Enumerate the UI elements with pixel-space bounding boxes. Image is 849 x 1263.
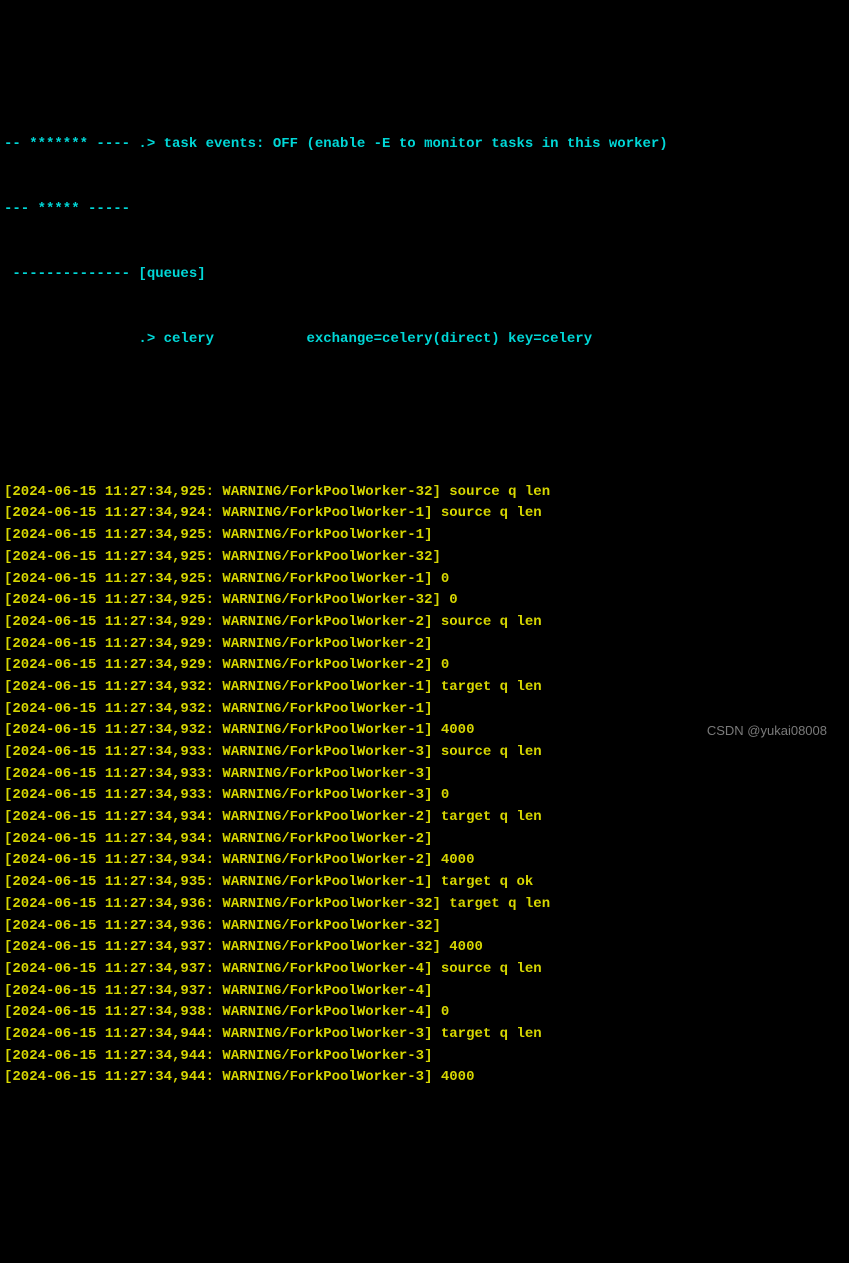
log-line: [2024-06-15 11:27:34,925: WARNING/ForkPo…	[4, 547, 845, 569]
celery-banner-line: -------------- [queues]	[4, 264, 845, 286]
log-line: [2024-06-15 11:27:34,924: WARNING/ForkPo…	[4, 503, 845, 525]
log-line: [2024-06-15 11:27:34,936: WARNING/ForkPo…	[4, 916, 845, 938]
log-line: [2024-06-15 11:27:34,944: WARNING/ForkPo…	[4, 1046, 845, 1068]
spacer	[4, 394, 845, 438]
log-line: [2024-06-15 11:27:34,934: WARNING/ForkPo…	[4, 850, 845, 872]
log-line: [2024-06-15 11:27:34,944: WARNING/ForkPo…	[4, 1067, 845, 1089]
log-line: [2024-06-15 11:27:34,925: WARNING/ForkPo…	[4, 590, 845, 612]
log-line: [2024-06-15 11:27:34,925: WARNING/ForkPo…	[4, 525, 845, 547]
celery-banner-line: -- ******* ---- .> task events: OFF (ena…	[4, 134, 845, 156]
log-line: [2024-06-15 11:27:34,929: WARNING/ForkPo…	[4, 655, 845, 677]
watermark: CSDN @yukai08008	[707, 721, 827, 741]
log-line: [2024-06-15 11:27:34,937: WARNING/ForkPo…	[4, 981, 845, 1003]
log-line: [2024-06-15 11:27:34,932: WARNING/ForkPo…	[4, 699, 845, 721]
log-line: [2024-06-15 11:27:34,934: WARNING/ForkPo…	[4, 807, 845, 829]
log-line: [2024-06-15 11:27:34,929: WARNING/ForkPo…	[4, 612, 845, 634]
celery-banner-line: --- ***** -----	[4, 199, 845, 221]
log-line: [2024-06-15 11:27:34,944: WARNING/ForkPo…	[4, 1024, 845, 1046]
log-line: [2024-06-15 11:27:34,937: WARNING/ForkPo…	[4, 959, 845, 981]
terminal-output: -- ******* ---- .> task events: OFF (ena…	[4, 91, 845, 1111]
celery-banner-line: .> celery exchange=celery(direct) key=ce…	[4, 329, 845, 351]
log-line: [2024-06-15 11:27:34,933: WARNING/ForkPo…	[4, 742, 845, 764]
log-line: [2024-06-15 11:27:34,935: WARNING/ForkPo…	[4, 872, 845, 894]
log-container: [2024-06-15 11:27:34,925: WARNING/ForkPo…	[4, 482, 845, 1089]
log-line: [2024-06-15 11:27:34,932: WARNING/ForkPo…	[4, 677, 845, 699]
log-line: [2024-06-15 11:27:34,929: WARNING/ForkPo…	[4, 634, 845, 656]
log-line: [2024-06-15 11:27:34,936: WARNING/ForkPo…	[4, 894, 845, 916]
log-line: [2024-06-15 11:27:34,925: WARNING/ForkPo…	[4, 569, 845, 591]
log-line: [2024-06-15 11:27:34,933: WARNING/ForkPo…	[4, 785, 845, 807]
log-line: [2024-06-15 11:27:34,934: WARNING/ForkPo…	[4, 829, 845, 851]
log-line: [2024-06-15 11:27:34,933: WARNING/ForkPo…	[4, 764, 845, 786]
log-line: [2024-06-15 11:27:34,937: WARNING/ForkPo…	[4, 937, 845, 959]
log-line: [2024-06-15 11:27:34,925: WARNING/ForkPo…	[4, 482, 845, 504]
log-line: [2024-06-15 11:27:34,938: WARNING/ForkPo…	[4, 1002, 845, 1024]
